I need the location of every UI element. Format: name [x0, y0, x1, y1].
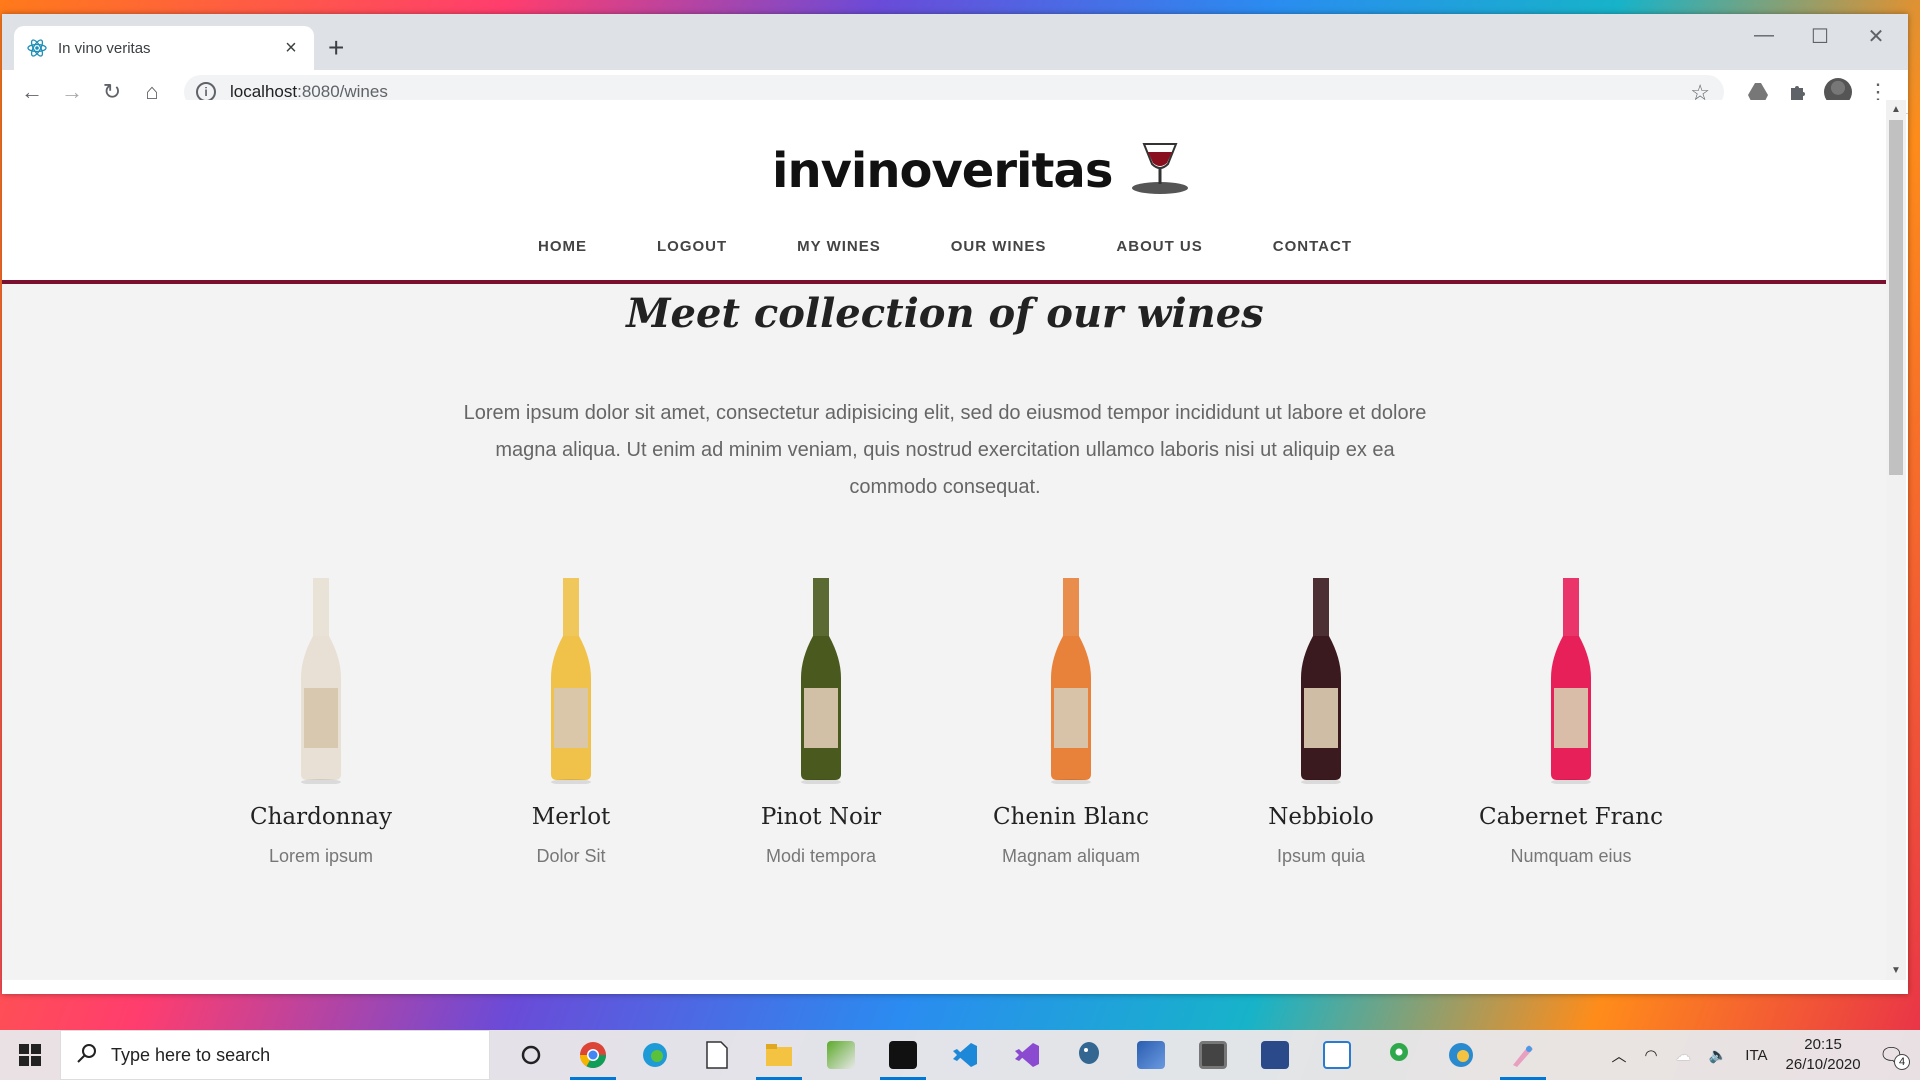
wine-bottle-icon: [1221, 578, 1421, 784]
url-path: :8080/wines: [297, 81, 388, 101]
cortana-icon[interactable]: [500, 1030, 562, 1080]
wine-card[interactable]: Pinot Noir Modi tempora: [721, 578, 921, 867]
chrome-icon[interactable]: [562, 1030, 624, 1080]
search-placeholder: Type here to search: [111, 1044, 271, 1065]
url-host: localhost: [230, 81, 298, 101]
main-nav: HOME LOGOUT MY WINES OUR WINES ABOUT US …: [2, 238, 1888, 255]
notification-count: 4: [1894, 1053, 1910, 1070]
taskbar-search[interactable]: Type here to search: [60, 1030, 490, 1080]
wine-bottle-icon: [471, 578, 671, 784]
system-tray: ︿ ◠ ☁ 🔈 ITA 20:15 26/10/2020 🗨 4: [1612, 1030, 1920, 1080]
windows-taskbar: Type here to search ︿ ◠ ☁ 🔈 ITA 20:15 26…: [0, 1030, 1920, 1080]
wine-subtitle: Ipsum quia: [1276, 846, 1366, 866]
wine-name[interactable]: Merlot: [471, 804, 671, 830]
wine-bottle-icon: [221, 578, 421, 784]
scroll-down-icon[interactable]: ▼: [1886, 965, 1906, 976]
wine-bottle-icon: [971, 578, 1171, 784]
maps-icon[interactable]: [1368, 1030, 1430, 1080]
react-icon: [26, 37, 48, 59]
logo-text: invinoveritas: [772, 142, 1113, 199]
ssms-icon[interactable]: [1244, 1030, 1306, 1080]
site-header: invinoveritas HOME LOGOUT MY WINES OUR W…: [2, 100, 1888, 284]
nav-logout[interactable]: LOGOUT: [657, 238, 727, 255]
wine-name[interactable]: Nebbiolo: [1221, 804, 1421, 830]
image-editor-icon[interactable]: [810, 1030, 872, 1080]
paint-icon[interactable]: [1492, 1030, 1554, 1080]
wine-subtitle: Numquam eius: [1510, 846, 1632, 866]
intro-paragraph: Lorem ipsum dolor sit amet, consectetur …: [463, 402, 1427, 498]
visual-studio-icon[interactable]: [996, 1030, 1058, 1080]
file-explorer-icon[interactable]: [748, 1030, 810, 1080]
clock[interactable]: 20:15 26/10/2020: [1786, 1035, 1861, 1075]
page-scrollbar[interactable]: ▲ ▼: [1886, 100, 1906, 980]
page-heading: Meet collection of our wines: [626, 290, 1264, 337]
scrollbar-thumb[interactable]: [1889, 120, 1903, 475]
wine-card[interactable]: Chenin Blanc Magnam aliquam: [971, 578, 1171, 867]
tab-bar: In vino veritas × + — ☐ ✕: [2, 14, 1908, 70]
vscode-icon[interactable]: [934, 1030, 996, 1080]
language-indicator[interactable]: ITA: [1745, 1047, 1767, 1064]
clock-date: 26/10/2020: [1785, 1056, 1861, 1073]
wine-subtitle: Modi tempora: [765, 846, 877, 866]
scroll-up-icon[interactable]: ▲: [1886, 104, 1906, 115]
chevron-up-icon[interactable]: ︿: [1612, 1045, 1627, 1066]
wine-card[interactable]: Nebbiolo Ipsum quia: [1221, 578, 1421, 867]
url-text[interactable]: localhost:8080/wines: [230, 82, 388, 102]
edge-icon[interactable]: [624, 1030, 686, 1080]
nav-contact[interactable]: CONTACT: [1273, 238, 1352, 255]
wine-subtitle: Dolor Sit: [536, 846, 606, 866]
volume-icon[interactable]: 🔈: [1709, 1046, 1728, 1064]
calculator-icon[interactable]: [1182, 1030, 1244, 1080]
postgres-icon[interactable]: [1058, 1030, 1120, 1080]
terminal-icon[interactable]: [872, 1030, 934, 1080]
onedrive-icon[interactable]: ☁: [1676, 1046, 1691, 1064]
nav-home[interactable]: HOME: [538, 238, 587, 255]
wine-subtitle: Magnam aliquam: [1001, 846, 1141, 866]
close-tab-icon[interactable]: ×: [280, 37, 302, 60]
tab-title: In vino veritas: [58, 39, 151, 57]
page-viewport: invinoveritas HOME LOGOUT MY WINES OUR W…: [2, 100, 1888, 980]
site-logo[interactable]: invinoveritas: [772, 140, 1190, 201]
nav-my-wines[interactable]: MY WINES: [797, 238, 881, 255]
taskbar-apps: [500, 1030, 1554, 1080]
browser-tab[interactable]: In vino veritas ×: [14, 26, 314, 70]
wine-bottle-icon: [721, 578, 921, 784]
nav-about-us[interactable]: ABOUT US: [1116, 238, 1202, 255]
search-icon: [77, 1043, 97, 1068]
remote-desktop-icon[interactable]: [1120, 1030, 1182, 1080]
edge-beta-icon[interactable]: [1430, 1030, 1492, 1080]
windows-start-icon[interactable]: [0, 1030, 60, 1080]
maximize-icon[interactable]: ☐: [1792, 24, 1848, 49]
wine-subtitle: Lorem ipsum: [268, 846, 374, 866]
wine-card[interactable]: Merlot Dolor Sit: [471, 578, 671, 867]
new-tab-button[interactable]: +: [328, 34, 344, 62]
wine-name[interactable]: Chardonnay: [221, 804, 421, 830]
minimize-icon[interactable]: —: [1736, 24, 1792, 49]
wine-name[interactable]: Cabernet Franc: [1471, 804, 1671, 830]
wine-bottle-icon: [1471, 578, 1671, 784]
file-icon[interactable]: [686, 1030, 748, 1080]
notifications-icon[interactable]: 🗨 4: [1879, 1043, 1910, 1070]
window-controls: — ☐ ✕: [1736, 24, 1904, 49]
network-icon[interactable]: ◠: [1645, 1046, 1658, 1064]
clock-time: 20:15: [1804, 1036, 1842, 1053]
wine-name[interactable]: Chenin Blanc: [971, 804, 1171, 830]
wine-name[interactable]: Pinot Noir: [721, 804, 921, 830]
info-icon[interactable]: i: [196, 81, 216, 102]
close-window-icon[interactable]: ✕: [1848, 24, 1904, 49]
wine-card[interactable]: Cabernet Franc Numquam eius: [1471, 578, 1671, 867]
wine-card[interactable]: Chardonnay Lorem ipsum: [221, 578, 421, 867]
window-app-icon[interactable]: [1306, 1030, 1368, 1080]
nav-our-wines[interactable]: OUR WINES: [951, 238, 1047, 255]
wine-glass-icon: [1130, 140, 1190, 201]
